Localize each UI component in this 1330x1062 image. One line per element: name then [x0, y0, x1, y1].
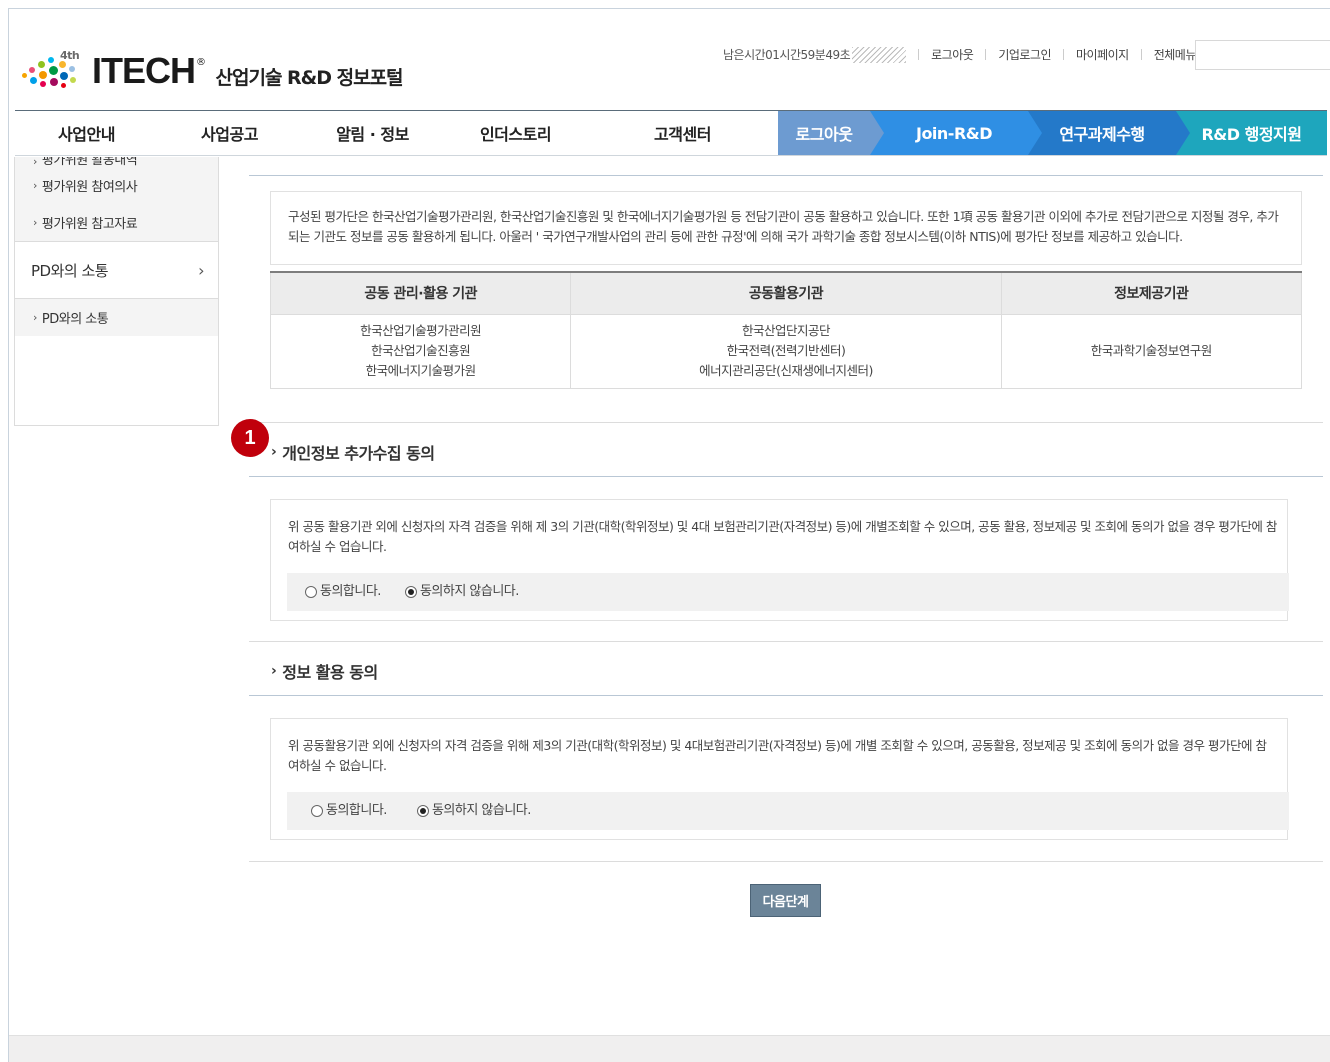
global-nav: 사업안내 사업공고 알림 · 정보 인더스토리 고객센터 로그아웃 Join-R…	[15, 110, 1327, 156]
radio-circle-icon	[305, 586, 317, 598]
sidebar: › 평가위원 활동내역 › 평가위원 참여의사 › 평가위원 참고자료 PD와의…	[14, 157, 219, 426]
table-row: 한국산업기술평가관리원 한국산업기술진흥원 한국에너지기술평가원 한국산업단지공…	[269, 313, 1303, 389]
disagree-radio[interactable]: 동의하지 않습니다.	[416, 801, 531, 821]
logo-text: ITECH	[92, 50, 196, 91]
logo-subtitle: 산업기술 R&D 정보포털	[215, 66, 404, 89]
sidebar-item-label: 평가위원 참여의사	[41, 180, 138, 195]
table-header: 정보제공기관	[1000, 272, 1303, 315]
logo-registered-mark: ®	[196, 56, 206, 68]
next-step-button[interactable]: 다음단계	[750, 884, 821, 917]
radio-label: 동의하지 않습니다.	[431, 803, 531, 818]
sidebar-item-pd-communication[interactable]: PD와의 소통 ›	[15, 241, 218, 299]
company-login-link[interactable]: 기업로그인	[998, 46, 1051, 63]
logo-4th-badge: 4th	[60, 49, 80, 62]
chevron-right-icon: ›	[271, 663, 277, 679]
sidebar-item-activity[interactable]: › 평가위원 활동내역	[15, 157, 218, 167]
chevron-right-icon: ›	[198, 260, 204, 280]
institution-name: 에너지관리공단(신재생에너지센터)	[699, 363, 873, 378]
info-use-consent-section: 위 공동활용기관 외에 신청자의 자격 검증을 위해 제3의 기관(대학(학위정…	[249, 695, 1323, 862]
sidebar-item-label: 평가위원 참고자료	[41, 217, 138, 232]
section-title-text: 개인정보 추가수집 동의	[282, 444, 435, 463]
nav-logout-label: 로그아웃	[795, 125, 853, 144]
nav-join-rnd-label: Join-R&D	[915, 123, 993, 143]
consent-text: 위 공동 활용기관 외에 신청자의 자격 검증을 위해 제 3의 기관(대학(학…	[288, 519, 1277, 554]
nav-rnd-admin-label: R&D 행정지원	[1201, 125, 1302, 144]
divider	[918, 49, 920, 60]
radio-selected-icon	[404, 586, 417, 598]
institution-name: 한국산업단지공단	[741, 323, 831, 338]
institution-name: 한국전력(전력기반센터)	[726, 343, 846, 358]
mypage-link[interactable]: 마이페이지	[1076, 46, 1129, 63]
institution-name: 한국과학기술정보연구원	[1090, 343, 1213, 358]
radio-label: 동의합니다.	[320, 584, 381, 599]
table-cell: 한국산업기술평가관리원 한국산업기술진흥원 한국에너지기술평가원	[269, 313, 572, 389]
nav-join-rnd[interactable]: Join-R&D	[870, 111, 1042, 155]
table-header: 공동 관리·활용 기관	[269, 272, 572, 315]
intro-text: 구성된 평가단은 한국산업기술평가관리원, 한국산업기술진흥원 및 한국에너지기…	[270, 191, 1302, 265]
personal-info-consent-section: 위 공동 활용기관 외에 신청자의 자격 검증을 위해 제 3의 기관(대학(학…	[249, 476, 1323, 642]
consent-box: 위 공동활용기관 외에 신청자의 자격 검증을 위해 제3의 기관(대학(학위정…	[270, 718, 1289, 840]
nav-arrow-icon	[1176, 111, 1190, 155]
nav-research-task-label: 연구과제수행	[1059, 125, 1145, 144]
consent-radio-group: 동의합니다. 동의하지 않습니다.	[287, 573, 1289, 611]
chevron-right-icon: ›	[33, 216, 37, 229]
sidebar-item-label: PD와의 소통	[41, 312, 109, 327]
nav-research-task[interactable]: 연구과제수행	[1028, 111, 1190, 155]
institution-name: 한국에너지기술평가원	[365, 363, 477, 378]
logout-link[interactable]: 로그아웃	[931, 46, 974, 63]
agree-radio[interactable]: 동의합니다.	[311, 801, 387, 821]
institution-name: 한국산업기술평가관리원	[360, 323, 482, 338]
all-menu-link[interactable]: 전체메뉴	[1154, 46, 1197, 63]
divider	[1063, 49, 1065, 60]
section-title-info-use: › 정보 활용 동의	[271, 659, 378, 683]
sidebar-item-label: 평가위원 활동내역	[41, 157, 138, 167]
radio-label: 동의합니다.	[326, 803, 387, 818]
footer	[9, 1035, 1330, 1062]
nav-business-info[interactable]: 사업안내	[15, 111, 158, 155]
step-number-badge: 1	[231, 419, 269, 457]
site-logo[interactable]: 4th ITECH ® 산업기술 R&D 정보포털	[20, 49, 404, 92]
nav-business-notice[interactable]: 사업공고	[158, 111, 301, 155]
sidebar-item-label: PD와의 소통	[31, 261, 109, 280]
chevron-right-icon: ›	[271, 444, 277, 460]
table-header: 공동활용기관	[570, 272, 1002, 315]
nav-arrow-icon	[1028, 111, 1042, 155]
disagree-radio[interactable]: 동의하지 않습니다.	[404, 582, 519, 602]
radio-circle-icon	[311, 805, 323, 817]
session-timer: 남은시간01시간59분49초	[723, 48, 851, 62]
agree-radio[interactable]: 동의합니다.	[305, 582, 381, 602]
sidebar-item-reference[interactable]: › 평가위원 참고자료	[15, 204, 218, 241]
radio-label: 동의하지 않습니다.	[419, 584, 519, 599]
nav-customer-center[interactable]: 고객센터	[587, 111, 778, 155]
sidebar-item-participation[interactable]: › 평가위원 참여의사	[15, 167, 218, 204]
nav-rnd-admin[interactable]: R&D 행정지원	[1176, 111, 1327, 155]
consent-text: 위 공동활용기관 외에 신청자의 자격 검증을 위해 제3의 기관(대학(학위정…	[288, 738, 1267, 773]
consent-box: 위 공동 활용기관 외에 신청자의 자격 검증을 위해 제 3의 기관(대학(학…	[270, 499, 1289, 621]
section-title-personal-info: › 개인정보 추가수집 동의	[271, 440, 435, 464]
nav-logout[interactable]: 로그아웃	[778, 111, 884, 155]
chevron-right-icon: ›	[33, 311, 37, 324]
chevron-right-icon: ›	[33, 157, 37, 167]
consent-radio-group: 동의합니다. 동의하지 않습니다.	[287, 792, 1289, 830]
table-cell: 한국산업단지공단 한국전력(전력기반센터) 에너지관리공단(신재생에너지센터)	[570, 313, 1002, 389]
institution-name: 한국산업기술진흥원	[371, 343, 471, 358]
radio-selected-icon	[416, 805, 429, 817]
divider	[985, 49, 987, 60]
table-cell: 한국과학기술정보연구원	[1000, 313, 1303, 389]
divider	[1140, 49, 1142, 60]
institution-table: 공동 관리·활용 기관 공동활용기관 정보제공기관 한국산업기술평가관리원 한국…	[269, 271, 1303, 389]
utility-bar: 남은시간01시간59분49초 로그아웃 기업로그인 마이페이지 전체메뉴	[723, 46, 1196, 63]
nav-arrow-icon	[870, 111, 884, 155]
institution-section: 구성된 평가단은 한국산업기술평가관리원, 한국산업기술진흥원 및 한국에너지기…	[249, 175, 1323, 423]
search-input[interactable]	[1195, 40, 1330, 70]
session-extend-icon[interactable]	[852, 46, 907, 63]
nav-industory[interactable]: 인더스토리	[444, 111, 587, 155]
chevron-right-icon: ›	[33, 179, 37, 192]
sidebar-item-pd-sub[interactable]: › PD와의 소통	[15, 299, 218, 336]
sidebar-submenu: › PD와의 소통	[15, 299, 218, 336]
sidebar-submenu: › 평가위원 활동내역 › 평가위원 참여의사 › 평가위원 참고자료	[15, 157, 218, 241]
logo-dots-icon: 4th	[20, 49, 86, 91]
nav-news-info[interactable]: 알림 · 정보	[301, 111, 444, 155]
section-title-text: 정보 활용 동의	[282, 663, 378, 682]
